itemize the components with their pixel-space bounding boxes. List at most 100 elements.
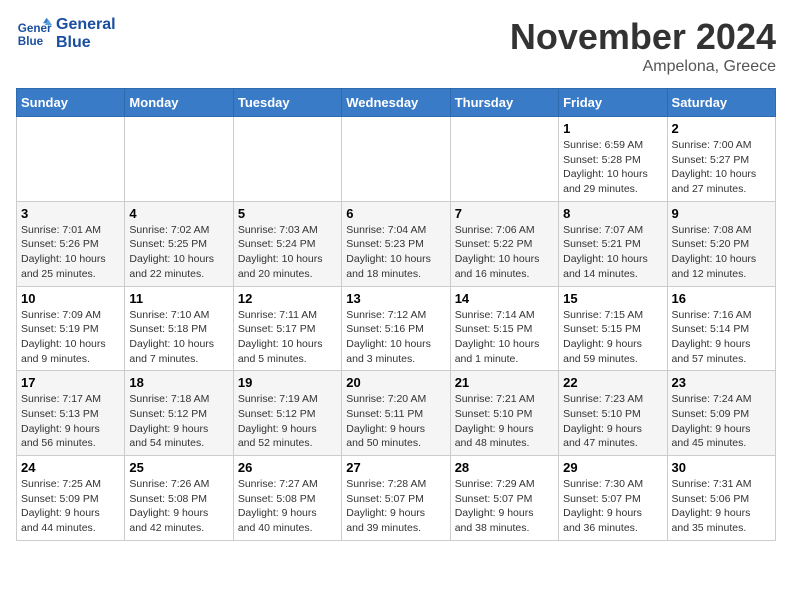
day-number: 22 <box>563 375 662 390</box>
day-info: Sunrise: 7:01 AM Sunset: 5:26 PM Dayligh… <box>21 223 120 282</box>
day-info: Sunrise: 7:31 AM Sunset: 5:06 PM Dayligh… <box>672 477 771 536</box>
calendar-cell <box>450 117 558 202</box>
calendar-cell: 17Sunrise: 7:17 AM Sunset: 5:13 PM Dayli… <box>17 371 125 456</box>
calendar-cell: 14 Sunrise: 7:14 AM Sunset: 5:15 PM Dayli… <box>450 286 558 371</box>
day-info: Sunrise: 7:15 AM Sunset: 5:15 PM Dayligh… <box>563 308 662 367</box>
weekday-header-row: SundayMondayTuesdayWednesdayThursdayFrid… <box>17 89 776 117</box>
day-number: 17 <box>21 375 120 390</box>
calendar-cell: 26 Sunrise: 7:27 AM Sunset: 5:08 PM Dayli… <box>233 456 341 541</box>
day-info: Sunrise: 7:18 AM Sunset: 5:12 PM Dayligh… <box>129 392 228 451</box>
calendar-cell: 4 Sunrise: 7:02 AM Sunset: 5:25 PM Daylig… <box>125 201 233 286</box>
day-info: Sunrise: 7:28 AM Sunset: 5:07 PM Dayligh… <box>346 477 445 536</box>
weekday-header-monday: Monday <box>125 89 233 117</box>
calendar-cell: 25 Sunrise: 7:26 AM Sunset: 5:08 PM Dayli… <box>125 456 233 541</box>
day-info: Sunrise: 7:25 AM Sunset: 5:09 PM Dayligh… <box>21 477 120 536</box>
day-info: Sunrise: 7:00 AM Sunset: 5:27 PM Dayligh… <box>672 138 771 197</box>
day-number: 21 <box>455 375 554 390</box>
day-number: 7 <box>455 206 554 221</box>
svg-text:Blue: Blue <box>18 35 44 48</box>
day-number: 30 <box>672 460 771 475</box>
logo-icon: General Blue <box>16 16 52 52</box>
day-number: 12 <box>238 291 337 306</box>
calendar-cell: 3 Sunrise: 7:01 AM Sunset: 5:26 PM Daylig… <box>17 201 125 286</box>
day-number: 5 <box>238 206 337 221</box>
calendar-cell: 6 Sunrise: 7:04 AM Sunset: 5:23 PM Daylig… <box>342 201 450 286</box>
calendar-cell: 22Sunrise: 7:23 AM Sunset: 5:10 PM Dayli… <box>559 371 667 456</box>
day-number: 4 <box>129 206 228 221</box>
day-number: 11 <box>129 291 228 306</box>
calendar-cell <box>125 117 233 202</box>
calendar-cell <box>342 117 450 202</box>
calendar-cell: 13 Sunrise: 7:12 AM Sunset: 5:16 PM Dayli… <box>342 286 450 371</box>
calendar-cell: 28 Sunrise: 7:29 AM Sunset: 5:07 PM Dayli… <box>450 456 558 541</box>
day-number: 15 <box>563 291 662 306</box>
logo-text-line1: General <box>56 16 116 34</box>
calendar-cell <box>17 117 125 202</box>
calendar-cell: 29 Sunrise: 7:30 AM Sunset: 5:07 PM Dayli… <box>559 456 667 541</box>
day-info: Sunrise: 7:19 AM Sunset: 5:12 PM Dayligh… <box>238 392 337 451</box>
week-row-2: 3 Sunrise: 7:01 AM Sunset: 5:26 PM Daylig… <box>17 201 776 286</box>
day-info: Sunrise: 7:20 AM Sunset: 5:11 PM Dayligh… <box>346 392 445 451</box>
day-info: Sunrise: 7:11 AM Sunset: 5:17 PM Dayligh… <box>238 308 337 367</box>
day-info: Sunrise: 7:12 AM Sunset: 5:16 PM Dayligh… <box>346 308 445 367</box>
day-number: 1 <box>563 121 662 136</box>
week-row-4: 17Sunrise: 7:17 AM Sunset: 5:13 PM Dayli… <box>17 371 776 456</box>
week-row-1: 1 Sunrise: 6:59 AM Sunset: 5:28 PM Daylig… <box>17 117 776 202</box>
weekday-header-wednesday: Wednesday <box>342 89 450 117</box>
calendar-cell: 18 Sunrise: 7:18 AM Sunset: 5:12 PM Dayli… <box>125 371 233 456</box>
day-info: Sunrise: 7:27 AM Sunset: 5:08 PM Dayligh… <box>238 477 337 536</box>
calendar-cell: 16Sunrise: 7:16 AM Sunset: 5:14 PM Dayli… <box>667 286 775 371</box>
day-info: Sunrise: 7:06 AM Sunset: 5:22 PM Dayligh… <box>455 223 554 282</box>
day-number: 16 <box>672 291 771 306</box>
day-number: 2 <box>672 121 771 136</box>
day-number: 26 <box>238 460 337 475</box>
day-number: 25 <box>129 460 228 475</box>
day-info: Sunrise: 7:02 AM Sunset: 5:25 PM Dayligh… <box>129 223 228 282</box>
day-info: Sunrise: 7:03 AM Sunset: 5:24 PM Dayligh… <box>238 223 337 282</box>
calendar-cell: 8Sunrise: 7:07 AM Sunset: 5:21 PM Daylig… <box>559 201 667 286</box>
calendar-cell: 7 Sunrise: 7:06 AM Sunset: 5:22 PM Daylig… <box>450 201 558 286</box>
day-info: Sunrise: 7:04 AM Sunset: 5:23 PM Dayligh… <box>346 223 445 282</box>
day-info: Sunrise: 7:30 AM Sunset: 5:07 PM Dayligh… <box>563 477 662 536</box>
calendar-cell: 27Sunrise: 7:28 AM Sunset: 5:07 PM Dayli… <box>342 456 450 541</box>
calendar-cell <box>233 117 341 202</box>
header: General Blue General Blue November 2024 … <box>16 16 776 76</box>
weekday-header-tuesday: Tuesday <box>233 89 341 117</box>
day-number: 28 <box>455 460 554 475</box>
day-number: 18 <box>129 375 228 390</box>
calendar-cell: 1 Sunrise: 6:59 AM Sunset: 5:28 PM Daylig… <box>559 117 667 202</box>
day-info: Sunrise: 7:14 AM Sunset: 5:15 PM Dayligh… <box>455 308 554 367</box>
day-number: 24 <box>21 460 120 475</box>
location-title: Ampelona, Greece <box>510 58 776 76</box>
day-number: 29 <box>563 460 662 475</box>
weekday-header-friday: Friday <box>559 89 667 117</box>
day-number: 14 <box>455 291 554 306</box>
day-number: 13 <box>346 291 445 306</box>
weekday-header-sunday: Sunday <box>17 89 125 117</box>
month-title: November 2024 <box>510 16 776 58</box>
logo: General Blue General Blue <box>16 16 116 52</box>
day-number: 3 <box>21 206 120 221</box>
day-info: Sunrise: 6:59 AM Sunset: 5:28 PM Dayligh… <box>563 138 662 197</box>
day-info: Sunrise: 7:07 AM Sunset: 5:21 PM Dayligh… <box>563 223 662 282</box>
day-info: Sunrise: 7:21 AM Sunset: 5:10 PM Dayligh… <box>455 392 554 451</box>
day-number: 10 <box>21 291 120 306</box>
weekday-header-thursday: Thursday <box>450 89 558 117</box>
weekday-header-saturday: Saturday <box>667 89 775 117</box>
calendar-cell: 30 Sunrise: 7:31 AM Sunset: 5:06 PM Dayli… <box>667 456 775 541</box>
title-area: November 2024 Ampelona, Greece <box>510 16 776 76</box>
calendar-cell: 2 Sunrise: 7:00 AM Sunset: 5:27 PM Daylig… <box>667 117 775 202</box>
day-number: 23 <box>672 375 771 390</box>
calendar-cell: 15 Sunrise: 7:15 AM Sunset: 5:15 PM Dayli… <box>559 286 667 371</box>
calendar-cell: 20 Sunrise: 7:20 AM Sunset: 5:11 PM Dayli… <box>342 371 450 456</box>
calendar-cell: 9Sunrise: 7:08 AM Sunset: 5:20 PM Daylig… <box>667 201 775 286</box>
week-row-3: 10 Sunrise: 7:09 AM Sunset: 5:19 PM Dayli… <box>17 286 776 371</box>
day-number: 20 <box>346 375 445 390</box>
calendar-cell: 12 Sunrise: 7:11 AM Sunset: 5:17 PM Dayli… <box>233 286 341 371</box>
calendar-cell: 11Sunrise: 7:10 AM Sunset: 5:18 PM Dayli… <box>125 286 233 371</box>
day-info: Sunrise: 7:29 AM Sunset: 5:07 PM Dayligh… <box>455 477 554 536</box>
day-number: 6 <box>346 206 445 221</box>
day-info: Sunrise: 7:26 AM Sunset: 5:08 PM Dayligh… <box>129 477 228 536</box>
calendar-cell: 10 Sunrise: 7:09 AM Sunset: 5:19 PM Dayli… <box>17 286 125 371</box>
day-info: Sunrise: 7:09 AM Sunset: 5:19 PM Dayligh… <box>21 308 120 367</box>
